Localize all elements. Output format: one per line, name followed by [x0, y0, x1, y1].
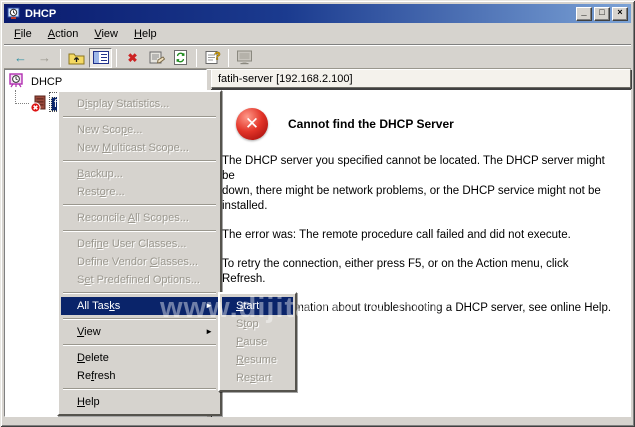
- submenu-item-start[interactable]: Start: [222, 297, 293, 315]
- submenu-item-restart: Restart: [222, 369, 293, 387]
- toolbar-separator: [60, 49, 61, 67]
- error-title: Cannot find the DHCP Server: [288, 117, 454, 131]
- menu-item-new-scope: New Scope...: [61, 121, 218, 139]
- menu-action[interactable]: Action: [40, 25, 87, 43]
- toolbar: ← → ✖: [4, 47, 631, 69]
- dhcp-console-window: DHCP _ □ × File Action View Help ← →: [0, 0, 635, 427]
- menu-view[interactable]: View: [86, 25, 126, 43]
- menu-item-backup: Backup...: [61, 165, 218, 183]
- title-bar: DHCP _ □ ×: [4, 4, 631, 23]
- show-hide-console-tree-icon[interactable]: [89, 48, 112, 68]
- back-icon[interactable]: ←: [9, 48, 32, 68]
- menu-item-restore: Restore...: [61, 183, 218, 201]
- error-icon: ✕: [236, 108, 268, 140]
- menu-separator: [63, 160, 216, 162]
- menu-item-all-tasks[interactable]: All Tasks►: [61, 297, 218, 315]
- menu-item-new-multicast-scope: New Multicast Scope...: [61, 139, 218, 157]
- minimize-button[interactable]: _: [576, 7, 592, 21]
- menu-separator: [63, 388, 216, 390]
- menu-item-define-vendor-classes: Define Vendor Classes...: [61, 253, 218, 271]
- error-paragraph: The DHCP server you specified cannot be …: [222, 154, 619, 214]
- error-paragraph: The error was: The remote procedure call…: [222, 228, 619, 243]
- close-button[interactable]: ×: [612, 7, 628, 21]
- server-error-icon: [30, 95, 48, 113]
- menu-item-display-statistics: Display Statistics...: [61, 95, 218, 113]
- dhcp-root-icon: [8, 73, 25, 90]
- menu-separator: [63, 292, 216, 294]
- menu-separator: [63, 344, 216, 346]
- menu-item-view[interactable]: View►: [61, 323, 218, 341]
- menu-separator: [63, 318, 216, 320]
- svg-text:?: ?: [214, 51, 221, 63]
- submenu-arrow-icon: ►: [205, 297, 213, 315]
- window-title: DHCP: [25, 8, 574, 20]
- result-pane-header: fatih-server [192.168.2.100]: [211, 69, 631, 88]
- dhcp-app-icon: [7, 7, 21, 21]
- menu-help[interactable]: Help: [126, 25, 165, 43]
- menu-file[interactable]: File: [6, 25, 40, 43]
- toolbar-separator: [196, 49, 197, 67]
- delete-icon[interactable]: ✖: [121, 48, 144, 68]
- menu-item-delete[interactable]: Delete: [61, 349, 218, 367]
- menu-separator: [63, 230, 216, 232]
- tree-root-label: DHCP: [28, 75, 65, 89]
- context-menu: Display Statistics... New Scope... New M…: [57, 90, 222, 416]
- menu-bar: File Action View Help: [4, 23, 631, 45]
- tree-connector: [15, 90, 16, 104]
- menu-item-define-user-classes: Define User Classes...: [61, 235, 218, 253]
- forward-icon: →: [33, 48, 56, 68]
- help-topics-icon[interactable]: ?: [201, 48, 224, 68]
- properties-icon[interactable]: [145, 48, 168, 68]
- menu-separator: [63, 116, 216, 118]
- submenu-arrow-icon: ►: [205, 323, 213, 341]
- toolbar-separator: [116, 49, 117, 67]
- up-one-level-icon[interactable]: [65, 48, 88, 68]
- refresh-icon[interactable]: [169, 48, 192, 68]
- tree-connector: [15, 103, 29, 104]
- submenu-item-pause: Pause: [222, 333, 293, 351]
- error-paragraph: To retry the connection, either press F5…: [222, 257, 619, 287]
- menu-separator: [63, 204, 216, 206]
- submenu-item-stop: Stop: [222, 315, 293, 333]
- tree-node-dhcp-root[interactable]: DHCP: [8, 73, 65, 90]
- menu-item-reconcile-all-scopes: Reconcile All Scopes...: [61, 209, 218, 227]
- menu-item-refresh[interactable]: Refresh: [61, 367, 218, 385]
- submenu-item-resume: Resume: [222, 351, 293, 369]
- toolbar-separator: [228, 49, 229, 67]
- maximize-button[interactable]: □: [594, 7, 610, 21]
- menu-item-help[interactable]: Help: [61, 393, 218, 411]
- all-tasks-submenu: Start Stop Pause Resume Restart: [218, 292, 297, 392]
- menu-item-set-predefined-options: Set Predefined Options...: [61, 271, 218, 289]
- export-list-icon: [233, 48, 256, 68]
- error-title-row: ✕ Cannot find the DHCP Server: [236, 108, 619, 140]
